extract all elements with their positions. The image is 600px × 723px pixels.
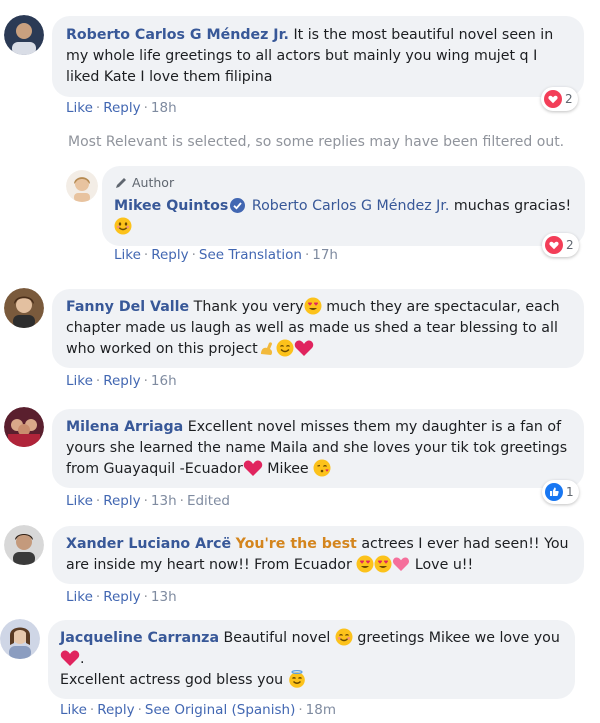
heart-eyes-emoji-icon [356,555,374,573]
comment-actions: Like · Reply · 13h · Edited [66,493,230,509]
reply-link[interactable]: Reply [103,100,140,116]
like-link[interactable]: Like [114,247,141,263]
flexed-biceps-icon [260,342,272,355]
reply-link[interactable]: Reply [103,589,140,605]
like-link[interactable]: Like [60,702,87,718]
timestamp[interactable]: 13h [151,589,177,605]
like-link[interactable]: Like [66,493,93,509]
heart-eyes-emoji-icon [304,297,322,315]
comment-text-continued: Mikee [267,461,309,477]
comment-author[interactable]: Fanny Del Valle [66,299,189,315]
reaction-count: 2 [565,92,573,106]
avatar[interactable] [4,288,44,328]
like-link[interactable]: Like [66,589,93,605]
comment-bubble: Jacqueline Carranza Beautiful novel gree… [48,620,575,699]
comment-author[interactable]: Xander Luciano Arcë [66,536,231,552]
comment-bubble: Fanny Del Valle Thank you very much they… [52,289,584,368]
comment-author[interactable]: Jacqueline Carranza [60,630,219,646]
reaction-count: 2 [566,238,574,252]
comment-text-line-2: Excellent actress god bless you [60,672,284,688]
comment-actions: Like · Reply · See Translation · 17h [114,247,338,263]
avatar[interactable] [4,525,44,565]
reply-link[interactable]: Reply [103,373,140,389]
highlighted-text: You're the best [235,536,357,552]
comment-actions: Like · Reply · 13h [66,589,177,605]
reaction-count: 1 [566,485,574,499]
reply-link[interactable]: Reply [97,702,134,718]
sparkling-heart-icon [393,557,410,571]
comment-author[interactable]: Milena Arriaga [66,419,183,435]
red-heart-icon [243,460,263,476]
timestamp[interactable]: 17h [312,247,338,263]
see-translation-link[interactable]: See Translation [199,247,302,263]
avatar[interactable] [4,407,44,447]
comment-bubble: Milena Arriaga Excellent novel misses th… [52,409,584,488]
reply-link[interactable]: Reply [151,247,188,263]
avatar[interactable] [66,170,98,202]
author-tag-label: Author [132,175,175,190]
timestamp[interactable]: 16h [151,373,177,389]
verified-badge-icon [230,198,246,213]
like-link[interactable]: Like [66,100,93,116]
author-tag: Author [114,172,573,193]
red-heart-icon [294,340,313,356]
comment-text: Thank you very [193,299,304,315]
heart-icon [544,90,562,108]
filter-note: Most Relevant is selected, so some repli… [68,134,565,150]
timestamp[interactable]: 18h [151,100,177,116]
edited-label[interactable]: Edited [187,493,230,509]
avatar[interactable] [4,15,44,55]
pencil-icon [116,177,126,188]
comment-text: Beautiful novel [223,630,331,646]
comment-author[interactable]: Mikee Quintos [114,198,228,214]
timestamp[interactable]: 18m [306,702,336,718]
like-icon [545,483,563,501]
smiling-face-icon [276,339,294,357]
avatar[interactable] [0,619,40,659]
heart-icon [545,236,563,254]
comment-text: muchas gracias! [453,198,572,214]
like-link[interactable]: Like [66,373,93,389]
reply-bubble: Author Mikee Quintos Roberto Carlos G Mé… [102,166,585,246]
mention-link[interactable]: Roberto Carlos G Méndez Jr. [252,198,450,214]
timestamp[interactable]: 13h [151,493,177,509]
smiling-face-with-halo-icon [288,670,305,688]
reaction-summary[interactable]: 2 [542,233,579,257]
smiling-face-icon [114,217,132,235]
red-heart-icon [60,650,80,666]
comment-actions: Like · Reply · 18h [66,100,177,116]
comment-text-continued: greetings Mikee we love you [357,630,560,646]
comment-actions: Like · Reply · See Original (Spanish) · 18m [60,702,336,718]
comment-author[interactable]: Roberto Carlos G Méndez Jr. [66,27,289,43]
reaction-summary[interactable]: 1 [542,480,579,504]
comment-text-continued: Love u!! [414,557,474,573]
reaction-summary[interactable]: 2 [541,87,578,111]
reply-link[interactable]: Reply [103,493,140,509]
heart-eyes-emoji-icon [374,555,392,573]
comment-bubble: Roberto Carlos G Méndez Jr. It is the mo… [52,16,584,97]
smiling-face-icon [335,628,353,646]
face-blowing-kiss-icon [313,459,331,477]
see-original-link[interactable]: See Original (Spanish) [145,702,295,718]
comment-actions: Like · Reply · 16h [66,373,177,389]
comment-bubble: Xander Luciano Arcë You're the best actr… [52,526,584,584]
